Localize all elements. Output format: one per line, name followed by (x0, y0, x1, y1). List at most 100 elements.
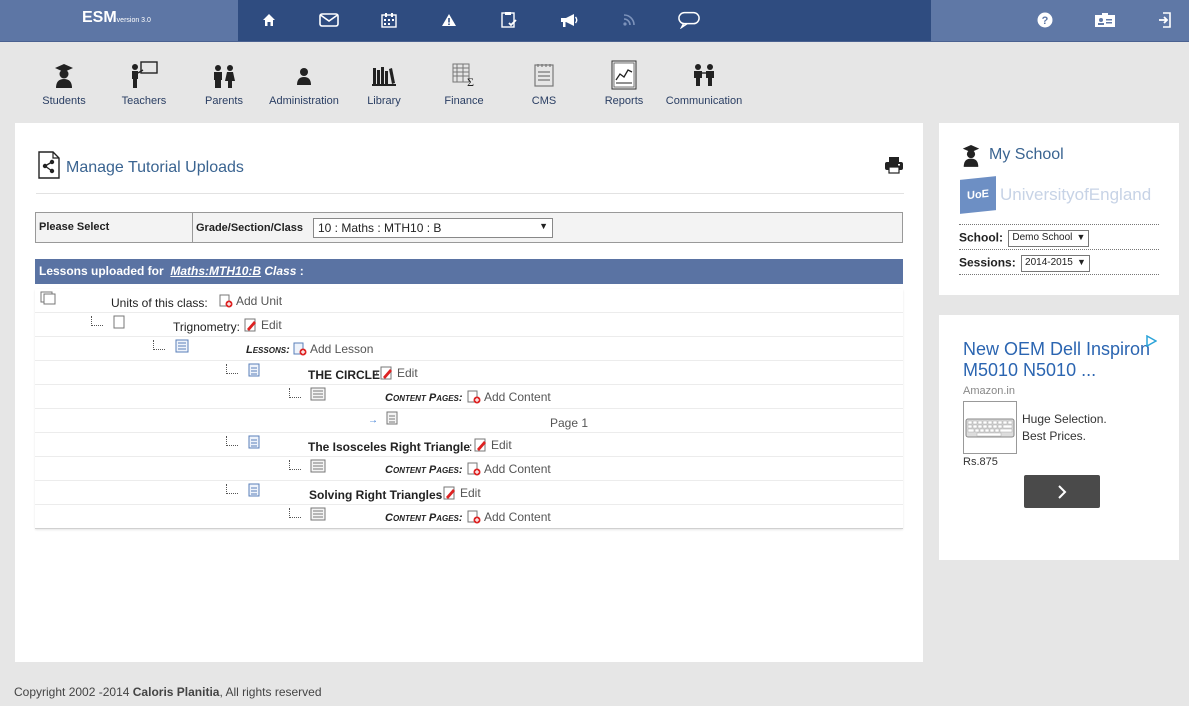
arrow-right-icon: → (368, 415, 378, 426)
tree-row-lesson-3: Solving Right Triangles : Edit (35, 481, 903, 505)
footer: Copyright 2002 -2014 Caloris Planitia, A… (14, 685, 322, 699)
home-icon[interactable] (258, 10, 280, 30)
module-administration[interactable]: Administration (262, 60, 346, 107)
class-link[interactable]: Maths:MTH10:B (170, 264, 261, 278)
edit-icon (380, 366, 392, 380)
print-icon[interactable] (884, 156, 904, 177)
ad-price: Rs.875 (963, 456, 998, 468)
page-icon[interactable] (386, 411, 398, 428)
content-pages-icon[interactable] (310, 387, 326, 404)
lesson-tree: Units of this class: Add Unit Trignometr… (35, 289, 903, 529)
ad-panel: New OEM Dell Inspiron M5010 N5010 ... Am… (939, 315, 1179, 560)
module-reports[interactable]: Reports (582, 60, 666, 107)
module-teachers[interactable]: Teachers (102, 60, 186, 107)
add-content-link[interactable]: Add Content (467, 510, 551, 524)
school-logo: UoE UniversityofEngland (960, 176, 1151, 214)
add-doc-icon (467, 510, 481, 524)
dropdown-arrow-icon: ▼ (539, 221, 548, 231)
share-document-icon (38, 151, 60, 182)
sessions-select[interactable]: 2014-2015 ▼ (1021, 255, 1090, 272)
page-link[interactable]: Page 1 (550, 416, 588, 430)
module-nav: Students Teachers Parents Administration… (0, 42, 1189, 122)
id-card-icon[interactable] (1094, 10, 1116, 30)
tree-row-page-1: → Page 1 (35, 409, 903, 433)
module-communication[interactable]: Communication (662, 60, 746, 107)
module-finance[interactable]: Σ Finance (422, 60, 506, 107)
tree-row-unit: Trignometry: Edit (35, 313, 903, 337)
dropdown-arrow-icon: ▼ (1076, 257, 1086, 267)
add-lesson-link[interactable]: Add Lesson (293, 342, 373, 356)
calendar-icon[interactable] (378, 10, 400, 30)
ad-title[interactable]: New OEM Dell Inspiron M5010 N5010 ... (963, 339, 1153, 381)
tree-row-content-pages-1: Content Pages: Add Content (35, 385, 903, 409)
page-title: Manage Tutorial Uploads (66, 159, 244, 176)
svg-text:?: ? (1042, 15, 1049, 27)
logout-icon[interactable] (1154, 10, 1176, 30)
lessons-header-bar: Lessons uploaded for Maths:MTH10:B Class… (35, 259, 903, 284)
edit-lesson-link[interactable]: Edit (474, 438, 512, 452)
lesson-icon[interactable] (248, 435, 260, 452)
content-pages-icon[interactable] (310, 507, 326, 524)
module-students[interactable]: Students (22, 60, 106, 107)
my-school-header: My School (961, 143, 1064, 167)
main-panel: Manage Tutorial Uploads Please Select Gr… (15, 123, 923, 662)
school-select[interactable]: Demo School ▼ (1008, 230, 1090, 247)
lesson-title: Solving Right Triangles (309, 488, 443, 502)
lesson-icon[interactable] (248, 483, 260, 500)
add-doc-icon (467, 462, 481, 476)
module-parents[interactable]: Parents (182, 60, 266, 107)
add-content-link[interactable]: Add Content (467, 390, 551, 404)
folder-icon[interactable] (40, 291, 56, 308)
document-icon[interactable] (113, 315, 125, 332)
class-filter: Please Select Grade/Section/Class 10 : M… (35, 212, 903, 243)
ad-next-button[interactable] (1024, 475, 1100, 508)
tree-row-lesson-2: The Isosceles Right Triangle : Edit (35, 433, 903, 457)
grade-section-class-select[interactable]: 10 : Maths : MTH10 : B ▼ (313, 218, 553, 238)
content-pages-icon[interactable] (310, 459, 326, 476)
ad-source: Amazon.in (963, 385, 1015, 397)
mail-icon[interactable] (318, 10, 340, 30)
sessions-row: Sessions: 2014-2015 ▼ (959, 249, 1159, 275)
add-content-link[interactable]: Add Content (467, 462, 551, 476)
reports-icon (582, 60, 666, 90)
tree-row-units: Units of this class: Add Unit (35, 289, 903, 313)
lesson-icon[interactable] (248, 363, 260, 380)
edit-lesson-link[interactable]: Edit (380, 366, 418, 380)
help-icon[interactable]: ? (1034, 10, 1056, 30)
ad-choices-icon[interactable] (1145, 334, 1158, 350)
add-doc-icon (467, 390, 481, 404)
module-library[interactable]: Library (342, 60, 426, 107)
tree-row-content-pages-3: Content Pages: Add Content (35, 505, 903, 529)
please-select-label: Please Select (36, 213, 193, 242)
edit-lesson-link[interactable]: Edit (443, 486, 481, 500)
keyboard-image[interactable] (963, 401, 1017, 454)
svg-text:Σ: Σ (467, 75, 474, 87)
add-unit-link[interactable]: Add Unit (219, 294, 282, 308)
edit-icon (474, 438, 486, 452)
student-icon (962, 145, 980, 167)
top-nav (238, 0, 931, 41)
brand[interactable]: ESMversion 3.0 (0, 0, 238, 41)
add-doc-icon (293, 342, 307, 356)
finance-icon: Σ (422, 60, 506, 90)
lessons-icon[interactable] (175, 339, 189, 356)
rss-icon[interactable] (618, 10, 640, 30)
grade-section-class-label: Grade/Section/Class (196, 222, 303, 234)
module-cms[interactable]: CMS (502, 60, 586, 107)
alert-icon[interactable] (438, 10, 460, 30)
administration-icon (262, 60, 346, 90)
parents-icon (182, 60, 266, 90)
megaphone-icon[interactable] (558, 10, 580, 30)
clipboard-check-icon[interactable] (498, 10, 520, 30)
student-icon (22, 60, 106, 90)
company-name: Caloris Planitia (132, 685, 220, 699)
teacher-icon (102, 60, 186, 90)
school-row: School: Demo School ▼ (959, 224, 1159, 248)
brand-logo: ESMversion 3.0 (82, 9, 151, 26)
edit-unit-link[interactable]: Edit (244, 318, 282, 332)
ad-text: Huge Selection. Best Prices. (1022, 412, 1107, 443)
tree-row-lessons: Lessons: Add Lesson (35, 337, 903, 361)
tree-row-lesson-1: THE CIRCLE : Edit (35, 361, 903, 385)
cms-icon (502, 60, 586, 90)
chat-icon[interactable] (678, 10, 700, 30)
